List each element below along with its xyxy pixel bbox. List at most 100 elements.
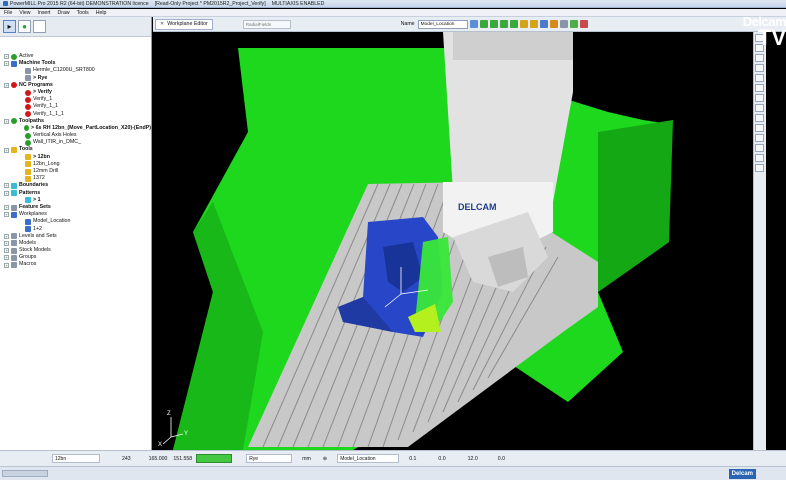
workplane-select[interactable]: Model_Location bbox=[337, 454, 400, 463]
tree-item[interactable]: + Active bbox=[0, 53, 151, 60]
tab-workplane-editor[interactable]: ✕ Workplane Editor bbox=[155, 18, 213, 30]
expand-toggle-icon[interactable]: + bbox=[4, 212, 9, 218]
tree-item[interactable]: + Workplanes bbox=[0, 211, 151, 218]
move-icon[interactable] bbox=[519, 20, 528, 28]
cancel-icon[interactable] bbox=[579, 20, 588, 28]
expand-toggle-icon[interactable]: + bbox=[4, 262, 9, 268]
rotate-z-icon[interactable] bbox=[509, 20, 518, 28]
expand-toggle-icon[interactable] bbox=[18, 112, 23, 117]
tree-item[interactable]: Hermle_C1200U_SRT800 bbox=[0, 67, 151, 74]
expand-toggle-icon[interactable]: + bbox=[4, 240, 9, 246]
twist-icon[interactable] bbox=[529, 20, 538, 28]
tree-item[interactable]: > 1 bbox=[0, 197, 151, 204]
tool-icon[interactable] bbox=[755, 164, 764, 172]
menu-view[interactable]: View bbox=[19, 10, 30, 16]
rotate-icon[interactable] bbox=[479, 20, 488, 28]
menu-draw[interactable]: Draw bbox=[58, 10, 70, 16]
expand-toggle-icon[interactable] bbox=[18, 198, 23, 203]
tree-item[interactable]: + Boundaries bbox=[0, 182, 151, 189]
tree-item[interactable]: 1372 bbox=[0, 175, 151, 182]
expand-toggle-icon[interactable] bbox=[18, 76, 23, 81]
tree-item[interactable]: + Tools bbox=[0, 146, 151, 154]
expand-toggle-icon[interactable]: + bbox=[4, 190, 9, 196]
expand-toggle-icon[interactable] bbox=[18, 97, 23, 102]
tree-item[interactable]: 1+2 bbox=[0, 226, 151, 233]
tree-item[interactable]: + Patterns bbox=[0, 190, 151, 197]
expand-toggle-icon[interactable] bbox=[18, 227, 23, 232]
expand-toggle-icon[interactable] bbox=[18, 169, 23, 174]
view-side-icon[interactable] bbox=[755, 64, 764, 72]
expand-toggle-icon[interactable] bbox=[18, 162, 23, 167]
expand-toggle-icon[interactable] bbox=[18, 126, 22, 131]
zoom-fit-icon[interactable] bbox=[755, 104, 764, 112]
tree-item[interactable]: Model_Location bbox=[0, 218, 151, 225]
expand-toggle-icon[interactable]: + bbox=[4, 147, 9, 153]
tree-item[interactable]: Verify_1_1_1 bbox=[0, 111, 151, 118]
tree-item[interactable]: 12bn_Long bbox=[0, 161, 151, 168]
stepover-value[interactable]: 12.0 bbox=[468, 456, 478, 462]
tree-item[interactable]: + Toolpaths bbox=[0, 118, 151, 125]
tool-select[interactable]: RadialFields bbox=[242, 19, 291, 29]
expand-toggle-icon[interactable]: + bbox=[4, 248, 9, 254]
expand-toggle-icon[interactable] bbox=[18, 219, 23, 224]
settings-icon[interactable] bbox=[559, 20, 568, 28]
expand-toggle-icon[interactable]: + bbox=[4, 233, 9, 239]
view-front-icon[interactable] bbox=[755, 54, 764, 62]
name-input[interactable]: Model_Location bbox=[417, 19, 468, 29]
zoom-in-icon[interactable] bbox=[755, 84, 764, 92]
tree-item[interactable]: + Stock Models bbox=[0, 247, 151, 254]
tree-item[interactable]: Verify_1_1 bbox=[0, 103, 151, 110]
expand-toggle-icon[interactable] bbox=[18, 68, 23, 73]
stock-icon[interactable] bbox=[755, 144, 764, 152]
tree-item[interactable]: + Machine Tools bbox=[0, 60, 151, 67]
tree-item[interactable]: > 6s RH 12bn_(Move_PartLocation_X20)-(En… bbox=[0, 125, 151, 132]
tree-item[interactable]: + Groups bbox=[0, 254, 151, 261]
expand-toggle-icon[interactable] bbox=[18, 104, 23, 109]
expand-toggle-icon[interactable]: + bbox=[4, 255, 9, 261]
expand-toggle-icon[interactable]: + bbox=[4, 205, 9, 211]
shade-icon[interactable] bbox=[755, 114, 764, 122]
graphics-viewport[interactable]: DELCAM Z Y X bbox=[153, 32, 753, 450]
tree-item[interactable]: Vertical Axis Holes bbox=[0, 132, 151, 139]
menu-insert[interactable]: Insert bbox=[38, 10, 51, 16]
tree-item[interactable]: 12mm Drill bbox=[0, 168, 151, 175]
horizontal-scrollbar[interactable] bbox=[2, 470, 48, 477]
tree-item[interactable]: + Levels and Sets bbox=[0, 233, 151, 240]
models-tab[interactable]: ● bbox=[18, 20, 31, 33]
tree-item[interactable]: > Verify bbox=[0, 89, 151, 96]
accept-icon[interactable] bbox=[569, 20, 578, 28]
rotate-y-icon[interactable] bbox=[499, 20, 508, 28]
expand-toggle-icon[interactable] bbox=[18, 140, 23, 145]
collision-icon[interactable] bbox=[755, 154, 764, 162]
tree-item[interactable]: > Rye bbox=[0, 75, 151, 82]
tree-item[interactable]: + Models bbox=[0, 240, 151, 247]
expand-toggle-icon[interactable]: + bbox=[4, 118, 9, 124]
view-icon[interactable] bbox=[539, 20, 548, 28]
tree-item[interactable]: + Macros bbox=[0, 261, 151, 269]
expand-toggle-icon[interactable]: + bbox=[4, 82, 9, 88]
active-tool-select[interactable]: 12bn bbox=[52, 454, 100, 463]
machine-select[interactable]: Rye bbox=[246, 454, 293, 463]
tree-item[interactable]: Verify_1 bbox=[0, 96, 151, 103]
close-icon[interactable]: ✕ bbox=[160, 21, 164, 27]
expand-toggle-icon[interactable]: + bbox=[4, 54, 9, 60]
expand-toggle-icon[interactable] bbox=[18, 155, 23, 160]
rotate-x-icon[interactable] bbox=[489, 20, 498, 28]
tree-item[interactable]: + NC Programs bbox=[0, 82, 151, 89]
expand-toggle-icon[interactable]: + bbox=[4, 183, 9, 189]
wireframe-icon[interactable] bbox=[755, 124, 764, 132]
menu-tools[interactable]: Tools bbox=[77, 10, 89, 16]
menu-file[interactable]: File bbox=[4, 10, 12, 16]
tree-item[interactable]: + Feature Sets bbox=[0, 204, 151, 211]
expand-toggle-icon[interactable] bbox=[18, 176, 23, 181]
tolerance-value[interactable]: 0.1 bbox=[409, 456, 416, 462]
menu-help[interactable]: Help bbox=[96, 10, 107, 16]
expand-toggle-icon[interactable] bbox=[18, 90, 23, 95]
expand-toggle-icon[interactable]: + bbox=[4, 61, 9, 67]
align-icon[interactable] bbox=[469, 20, 478, 28]
tree-item[interactable]: Wall_ITIR_in_DMC_ bbox=[0, 139, 151, 146]
stepdown-value[interactable]: 0.0 bbox=[498, 456, 505, 462]
explorer-tab[interactable]: ▸ bbox=[3, 20, 16, 33]
zoom-out-icon[interactable] bbox=[755, 94, 764, 102]
thickness-value[interactable]: 0.0 bbox=[438, 456, 445, 462]
